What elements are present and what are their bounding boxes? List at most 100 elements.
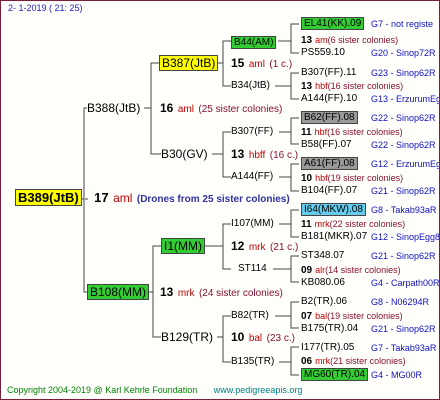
queen-id: EL41(KK).09: [301, 17, 365, 30]
queen-node-root[interactable]: B389(JtB) 17 aml (Drones from 25 sister …: [15, 189, 290, 207]
queen-node-b135[interactable]: B135(TR): [231, 355, 274, 369]
queen-node-a144[interactable]: A144(FF): [231, 170, 273, 184]
queen-node-b44[interactable]: B44(AM): [231, 34, 277, 50]
queen-id: ST348.07: [301, 250, 345, 261]
queen-id: A144(FF).10: [301, 93, 358, 104]
origin-label: G23 - Sinop62R: [371, 68, 436, 78]
site-link[interactable]: www.pedigreeapis.org: [214, 385, 303, 395]
origin-label: G21 - Sinop62R: [371, 251, 436, 261]
sister-note: (21 c.): [269, 242, 299, 253]
queen-id: A61(FF).08: [301, 157, 358, 170]
ancestor-row[interactable]: B175(TR).04 G21 - Sinop62R: [301, 322, 436, 336]
origin-label: G21 - Sinop62R: [371, 324, 436, 334]
queen-id: MG60(TR).04: [301, 368, 369, 381]
queen-id: B62(FF).08: [301, 111, 358, 124]
sister-note: (16 sister colonies): [327, 127, 403, 137]
origin-label: G4 - MG00R: [371, 370, 423, 380]
queen-node-b129[interactable]: B129(TR): [161, 330, 213, 344]
queen-node-i1[interactable]: I1(MM): [161, 238, 205, 254]
queen-node-b34[interactable]: B34(JtB): [231, 79, 270, 93]
queen-id: B104(FF).07: [301, 185, 358, 196]
origin-label: G4 - Carpath00R: [371, 278, 440, 288]
origin-label: G22 - Sinop62R: [371, 113, 436, 123]
queen-node-b82[interactable]: B82(TR): [231, 309, 269, 323]
queen-id: I107(MM): [231, 218, 274, 229]
sister-count: 13: [160, 285, 174, 299]
queen-id: B2(TR).06: [301, 296, 348, 307]
ancestor-row[interactable]: I177(TR).05 G7 - Takab93aR: [301, 341, 436, 355]
line-code: hbff: [248, 150, 266, 161]
sister-count: 17: [94, 190, 109, 205]
queen-node-sire-count: 16 aml (25 sister colonies): [160, 101, 282, 117]
sister-count: 10: [231, 330, 245, 344]
queen-node-sire[interactable]: B388(JtB): [87, 101, 140, 115]
queen-node-b30[interactable]: B30(GV): [161, 147, 208, 161]
sister-note: (21 sister colonies): [330, 356, 406, 366]
ancestor-row[interactable]: ST348.07 G21 - Sinop62R: [301, 249, 436, 263]
queen-id: B44(AM): [231, 36, 277, 49]
line-code: mrk: [177, 288, 195, 299]
origin-label: G8 - Takab93aR: [371, 205, 437, 215]
line-code: bal: [315, 311, 328, 321]
ancestor-row[interactable]: EL41(KK).09 G7 - not registe: [301, 17, 433, 31]
sister-note: (23 c.): [266, 333, 295, 344]
sister-count: 13: [301, 35, 313, 46]
sister-count: 07: [301, 311, 313, 322]
origin-label: G13 - ErzurumEgg8: [371, 94, 439, 104]
queen-node-dam-count: 13 mrk (24 sister colonies): [160, 285, 283, 301]
line-code: alr: [315, 265, 326, 275]
ancestor-row[interactable]: B2(TR).06 G8 - N06294R: [301, 295, 429, 309]
sister-note: (1 c.): [269, 59, 293, 70]
ancestor-row[interactable]: KB080.06 G4 - Carpath00R: [301, 276, 439, 290]
queen-node-dam[interactable]: B108(MM): [87, 284, 150, 300]
queen-id: ST114: [238, 263, 267, 274]
ancestor-row[interactable]: A144(FF).10 G13 - ErzurumEgg8: [301, 92, 439, 106]
line-code: hbf: [315, 81, 328, 91]
ancestor-row[interactable]: PS559.10 G20 - Sinop72R: [301, 46, 436, 60]
sister-count: 11: [301, 219, 312, 230]
line-code: aml: [113, 191, 133, 205]
queen-id: B307(FF): [231, 126, 274, 137]
ancestor-row[interactable]: B181(MKR).07G12 - SinopEgg86R: [301, 230, 439, 244]
queen-node-i107[interactable]: I107(MM): [231, 217, 274, 231]
queen-node-b387[interactable]: B387(JtB): [159, 55, 219, 71]
ancestor-row[interactable]: B58(FF).07 G22 - Sinop62R: [301, 138, 436, 152]
queen-id: B108(MM): [87, 284, 150, 300]
origin-label: G12 - ErzurumEgg8: [371, 159, 439, 169]
line-code: mrk: [315, 356, 331, 366]
queen-id: I1(MM): [161, 238, 205, 254]
origin-label: G12 - SinopEgg86R: [371, 232, 440, 242]
sister-count: 13: [231, 147, 245, 161]
ancestor-row[interactable]: I64(MKW).08 G8 - Takab93aR: [301, 203, 436, 217]
queen-node-b387-count: 15 aml (1 c.): [231, 56, 292, 72]
ancestor-row[interactable]: B307(FF).11 G23 - Sinop62R: [301, 66, 436, 80]
sister-note: (22 sister colonies): [329, 219, 406, 229]
queen-node-st114[interactable]: ST114: [238, 262, 267, 276]
sister-note: (6 sister colonies): [327, 35, 399, 45]
line-code: aml: [248, 59, 265, 70]
queen-node-b129-count: 10 bal (23 c.): [231, 330, 295, 346]
queen-id: I64(MKW).08: [301, 203, 366, 216]
sister-count: 13: [301, 81, 313, 92]
queen-id: PS559.10: [301, 47, 345, 58]
origin-label: G22 - Sinop62R: [371, 140, 436, 150]
ancestor-row[interactable]: B104(FF).07 G21 - Sinop62R: [301, 184, 436, 198]
line-code: bal: [248, 333, 263, 344]
line-code: aml: [177, 104, 194, 115]
footer: Copyright 2004-2019 @ Karl Kehrle Founda…: [7, 385, 302, 395]
sister-note: (16 c.): [269, 150, 299, 161]
queen-id: B389(JtB): [15, 189, 82, 206]
copyright-text: Copyright 2004-2019 @ Karl Kehrle Founda…: [7, 385, 198, 395]
line-code: mrk: [248, 242, 266, 253]
queen-id: A144(FF): [231, 171, 274, 182]
queen-id: B34(JtB): [231, 80, 270, 91]
ancestor-row[interactable]: MG60(TR).04 G4 - MG00R: [301, 368, 422, 382]
sister-count: 06: [301, 356, 313, 367]
queen-id: KB080.06: [301, 277, 345, 288]
queen-id: I177(TR).05: [301, 342, 355, 353]
sister-count: 10: [301, 173, 313, 184]
origin-label: G21 - Sinop62R: [371, 186, 436, 196]
queen-node-b307[interactable]: B307(FF): [231, 125, 273, 139]
ancestor-row[interactable]: B62(FF).08 G22 - Sinop62R: [301, 111, 436, 125]
ancestor-row[interactable]: A61(FF).08 G12 - ErzurumEgg8: [301, 157, 439, 171]
